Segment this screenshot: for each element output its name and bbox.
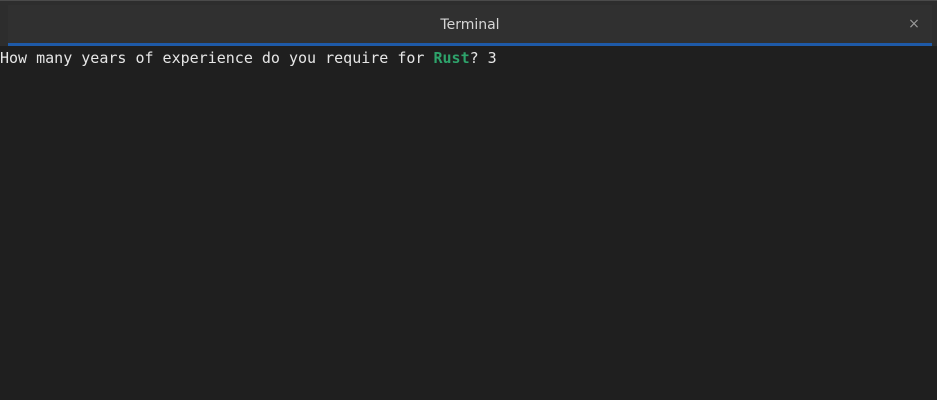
terminal-tab[interactable]: Terminal bbox=[8, 5, 932, 43]
prompt-line: How many years of experience do you requ… bbox=[0, 49, 497, 67]
prompt-text: How many years of experience do you requ… bbox=[0, 49, 434, 67]
terminal-output[interactable]: How many years of experience do you requ… bbox=[0, 46, 937, 400]
prompt-suffix: ? bbox=[469, 49, 488, 67]
typed-answer: 3 bbox=[487, 49, 497, 67]
close-icon[interactable]: × bbox=[905, 15, 923, 33]
tab-title: Terminal bbox=[440, 17, 500, 33]
title-bar: Terminal × bbox=[0, 0, 937, 46]
terminal-window: Terminal × How many years of experience … bbox=[0, 0, 937, 400]
highlighted-language: Rust bbox=[433, 49, 470, 67]
